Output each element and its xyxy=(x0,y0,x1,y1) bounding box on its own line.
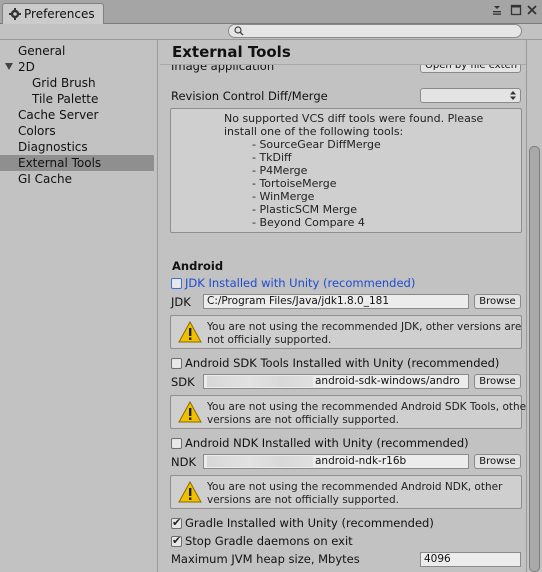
sidebar-item-gi-cache[interactable]: GI Cache xyxy=(0,171,154,187)
gear-icon xyxy=(9,8,21,20)
ndk-installed-checkbox[interactable] xyxy=(171,438,182,449)
ndk-label: NDK xyxy=(171,455,196,469)
preferences-sidebar: General 2D Grid Brush Tile Palette Cache… xyxy=(0,40,158,572)
sidebar-item-label: Colors xyxy=(18,124,56,138)
jdk-installed-label: JDK Installed with Unity (recommended) xyxy=(185,276,416,290)
sidebar-item-label: Tile Palette xyxy=(32,92,99,106)
jdk-path-field[interactable]: C:/Program Files/Java/jdk1.8.0_181 xyxy=(203,294,469,309)
sidebar-item-label: External Tools xyxy=(18,156,102,170)
dropdown-arrows-icon xyxy=(510,91,516,100)
vcs-help-text: No supported VCS diff tools were found. … xyxy=(224,112,484,229)
jdk-browse-button[interactable]: Browse xyxy=(474,294,521,309)
maximize-icon[interactable] xyxy=(510,4,522,16)
image-app-label: Image application xyxy=(171,65,275,73)
page-title: External Tools xyxy=(172,43,291,61)
image-app-row: Image application Open by file exten xyxy=(160,65,526,77)
sidebar-item-diagnostics[interactable]: Diagnostics xyxy=(0,139,154,155)
foldout-arrow-icon[interactable] xyxy=(5,63,13,70)
ndk-installed-label: Android NDK Installed with Unity (recomm… xyxy=(185,436,469,450)
stop-gradle-checkbox[interactable] xyxy=(171,534,182,547)
search-input[interactable] xyxy=(228,24,522,38)
window-menu-icon[interactable] xyxy=(491,4,503,16)
search-icon xyxy=(234,26,244,36)
stop-gradle-label: Stop Gradle daemons on exit xyxy=(185,534,353,548)
window-titlebar: Preferences xyxy=(0,0,542,24)
sdk-path-text: android-sdk-windows/andro xyxy=(315,375,460,387)
sidebar-item-label: 2D xyxy=(18,60,35,74)
sdk-installed-checkbox[interactable] xyxy=(171,358,182,369)
sdk-warning-text: You are not using the recommended Androi… xyxy=(207,401,526,426)
settings-panel: External Tools Image application Open by… xyxy=(160,40,526,572)
jdk-installed-checkbox[interactable] xyxy=(171,278,182,289)
sidebar-item-tile-palette[interactable]: Tile Palette xyxy=(0,91,154,107)
jvm-heap-field[interactable]: 4096 xyxy=(420,552,521,567)
revision-control-dropdown[interactable] xyxy=(420,88,521,103)
gradle-installed-checkbox[interactable] xyxy=(171,516,182,529)
jdk-warning-text: You are not using the recommended JDK, o… xyxy=(207,321,522,346)
ndk-path-text: android-ndk-r16b xyxy=(315,455,407,467)
sdk-label: SDK xyxy=(171,375,195,389)
jdk-label: JDK xyxy=(171,295,191,309)
sidebar-item-colors[interactable]: Colors xyxy=(0,123,154,139)
sidebar-item-grid-brush[interactable]: Grid Brush xyxy=(0,75,154,91)
jvm-heap-label: Maximum JVM heap size, Mbytes xyxy=(171,552,360,566)
scrollbar-thumb[interactable] xyxy=(529,146,540,572)
sidebar-item-label: GI Cache xyxy=(18,172,72,186)
sidebar-item-general[interactable]: General xyxy=(0,43,154,59)
warning-icon xyxy=(178,481,202,503)
vertical-scrollbar[interactable] xyxy=(526,40,542,572)
vcs-help-box: No supported VCS diff tools were found. … xyxy=(170,108,522,233)
close-icon[interactable] xyxy=(526,4,538,16)
redacted-path xyxy=(207,455,313,467)
ndk-browse-button[interactable]: Browse xyxy=(474,454,521,469)
sidebar-item-external-tools[interactable]: External Tools xyxy=(0,155,154,171)
sdk-browse-button[interactable]: Browse xyxy=(474,374,521,389)
toolbar xyxy=(0,24,542,40)
sidebar-item-label: Cache Server xyxy=(18,108,99,122)
sidebar-item-cache-server[interactable]: Cache Server xyxy=(0,107,154,123)
ndk-warning-box: You are not using the recommended Androi… xyxy=(170,475,522,509)
ndk-path-field[interactable]: android-ndk-r16b xyxy=(203,454,469,469)
sidebar-item-label: Grid Brush xyxy=(32,76,96,90)
tab-title: Preferences xyxy=(24,7,95,21)
sidebar-item-label: Diagnostics xyxy=(18,140,88,154)
sidebar-item-2d[interactable]: 2D xyxy=(0,59,154,75)
preferences-tab[interactable]: Preferences xyxy=(2,3,104,24)
android-section-title: Android xyxy=(172,259,224,273)
gradle-installed-label: Gradle Installed with Unity (recommended… xyxy=(185,516,434,530)
ndk-warning-text: You are not using the recommended Androi… xyxy=(207,481,503,506)
sidebar-item-label: General xyxy=(18,44,66,58)
redacted-path xyxy=(207,375,313,387)
warning-icon xyxy=(178,321,202,343)
sdk-installed-label: Android SDK Tools Installed with Unity (… xyxy=(185,356,500,370)
sdk-warning-box: You are not using the recommended Androi… xyxy=(170,395,526,429)
sdk-path-field[interactable]: android-sdk-windows/andro xyxy=(203,374,469,389)
revision-control-label: Revision Control Diff/Merge xyxy=(171,89,328,103)
image-app-dropdown[interactable]: Open by file exten xyxy=(420,65,521,73)
jdk-warning-box: You are not using the recommended JDK, o… xyxy=(170,315,522,349)
warning-icon xyxy=(178,401,202,423)
